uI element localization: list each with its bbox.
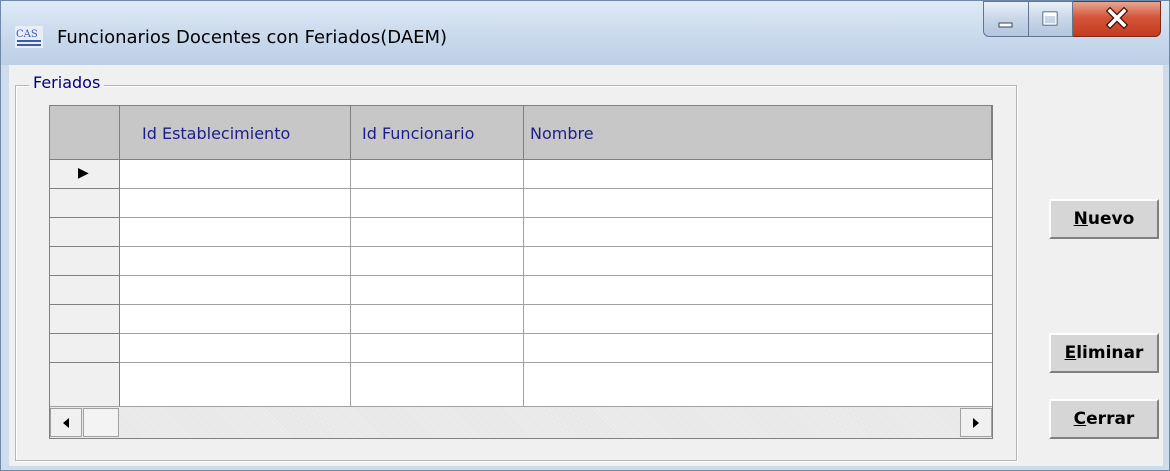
row-header-corner	[50, 106, 120, 160]
eliminar-button[interactable]: Eliminar	[1049, 333, 1159, 373]
button-label: liminar	[1076, 343, 1144, 363]
table-row[interactable]	[120, 218, 992, 247]
table-row[interactable]	[120, 276, 992, 305]
arrow-right-icon	[973, 417, 979, 428]
table-row[interactable]	[120, 334, 992, 363]
row-selector[interactable]	[50, 218, 120, 247]
form-client-area: Feriados Id Establecimiento Id Funcionar…	[9, 65, 1163, 466]
close-button[interactable]	[1073, 1, 1161, 37]
column-header-label: Id Establecimiento	[142, 124, 291, 143]
mnemonic-letter: C	[1073, 409, 1087, 429]
title-bar[interactable]: CAS Funcionarios Docentes con Feriados(D…	[1, 1, 1169, 65]
button-label: errar	[1086, 409, 1135, 429]
scroll-right-button[interactable]	[960, 408, 992, 437]
maximize-button[interactable]	[1029, 1, 1073, 37]
scrollbar-thumb[interactable]	[83, 408, 119, 437]
row-selector[interactable]	[50, 189, 120, 218]
table-row[interactable]	[120, 247, 992, 276]
row-selector[interactable]	[50, 247, 120, 276]
nuevo-button[interactable]: Nuevo	[1049, 199, 1159, 239]
table-row[interactable]	[120, 363, 992, 408]
cerrar-button[interactable]: Cerrar	[1049, 399, 1159, 439]
table-row[interactable]	[120, 305, 992, 334]
row-selector[interactable]	[50, 276, 120, 305]
row-selector[interactable]	[50, 334, 120, 363]
column-header-id-funcionario[interactable]: Id Funcionario	[351, 106, 524, 160]
mnemonic-letter: E	[1064, 343, 1077, 363]
column-divider	[523, 160, 524, 408]
row-selector[interactable]	[50, 363, 120, 408]
button-label: uevo	[1087, 209, 1135, 229]
window-controls	[983, 1, 1161, 41]
arrow-left-icon	[63, 417, 69, 428]
current-row-icon: ▶	[78, 165, 89, 181]
table-row[interactable]	[120, 189, 992, 218]
table-row[interactable]	[120, 160, 992, 189]
maximize-icon	[1042, 11, 1058, 26]
app-icon: CAS	[15, 26, 43, 48]
mnemonic-letter: N	[1073, 209, 1088, 229]
column-header-nombre[interactable]: Nombre	[524, 106, 992, 160]
app-icon-text: CAS	[16, 29, 38, 40]
row-selector[interactable]: ▶	[50, 160, 120, 189]
row-selector[interactable]	[50, 305, 120, 334]
app-window: CAS Funcionarios Docentes con Feriados(D…	[0, 0, 1170, 471]
close-icon	[1105, 6, 1129, 30]
minimize-icon	[998, 22, 1013, 28]
column-header-label: Id Funcionario	[362, 124, 475, 143]
minimize-button[interactable]	[983, 1, 1029, 37]
horizontal-scrollbar[interactable]	[50, 406, 992, 438]
scroll-left-button[interactable]	[50, 408, 82, 437]
groupbox-label: Feriados	[29, 73, 105, 92]
column-header-label: Nombre	[530, 124, 594, 143]
window-title: Funcionarios Docentes con Feriados(DAEM)	[57, 27, 448, 48]
column-header-id-establecimiento[interactable]: Id Establecimiento	[120, 106, 351, 160]
column-divider	[350, 160, 351, 408]
feriados-grid[interactable]: Id Establecimiento Id Funcionario Nombre…	[49, 105, 993, 439]
